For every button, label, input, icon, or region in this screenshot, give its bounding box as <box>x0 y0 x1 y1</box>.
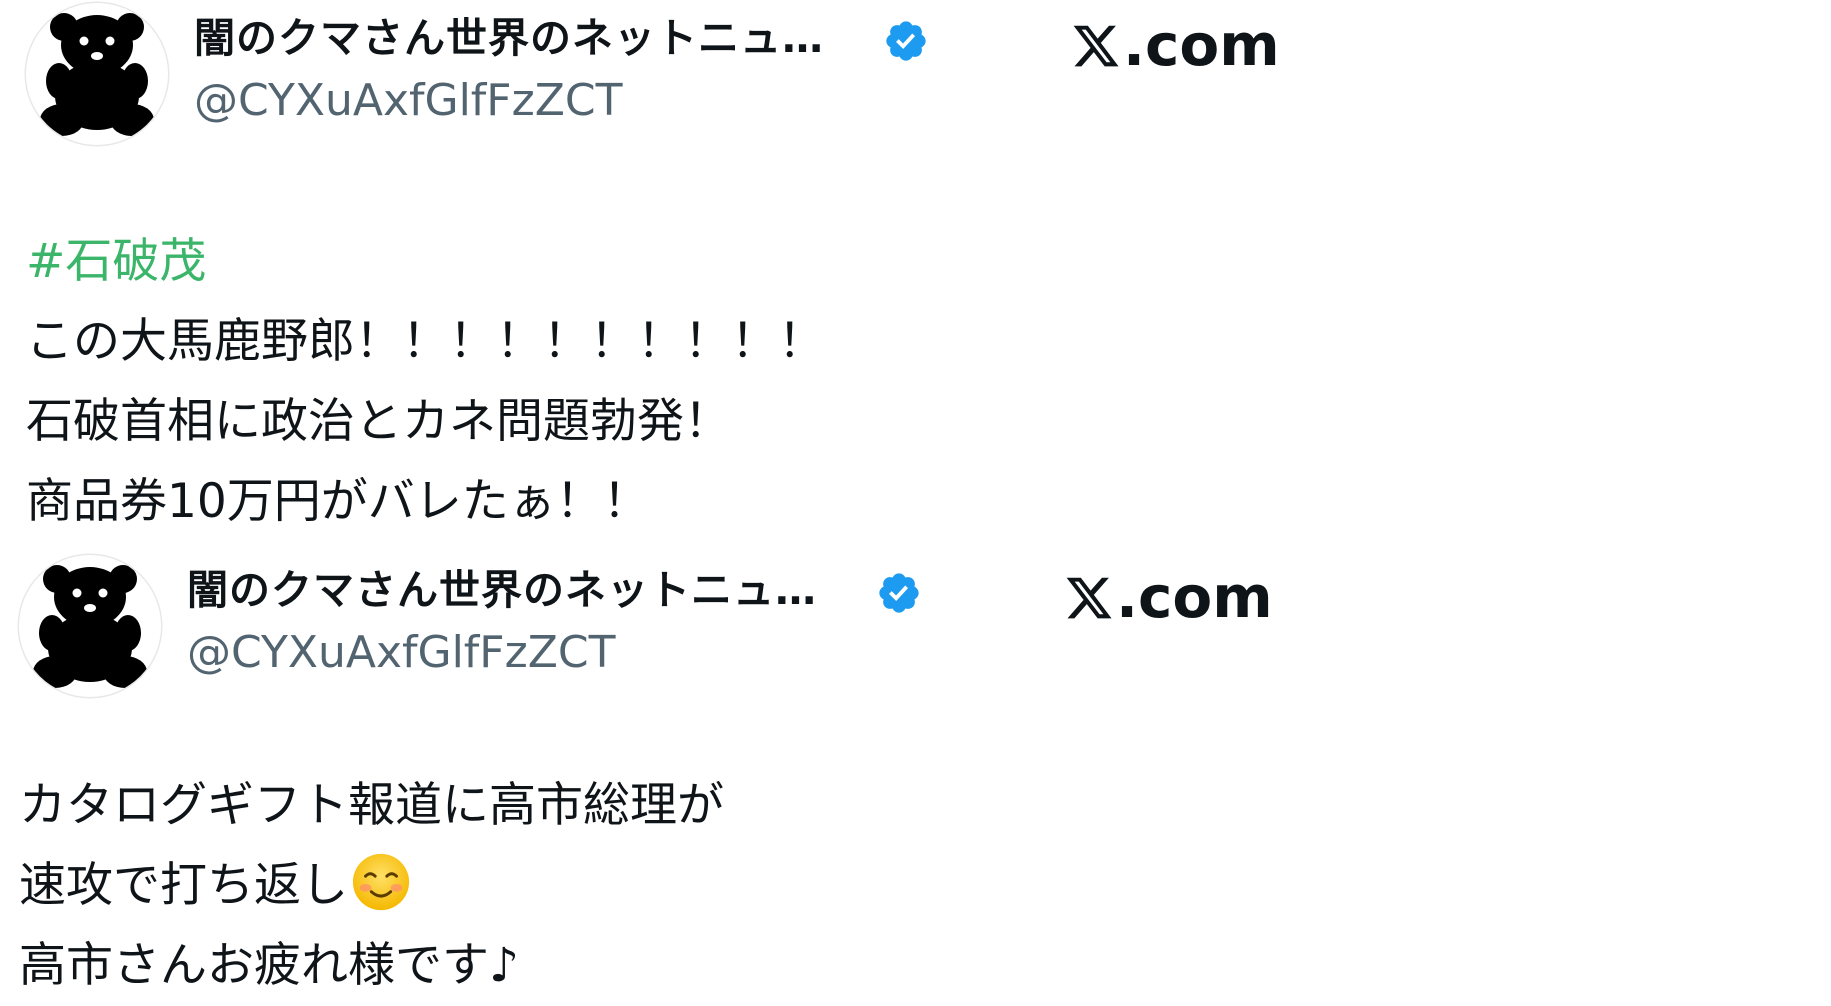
display-name[interactable]: 闇のクマさん世界のネットニュ… <box>187 560 817 620</box>
display-name[interactable]: 闇のクマさん世界のネットニュ… <box>194 8 824 68</box>
post-header: 闇のクマさん世界のネットニュ… @CYXuAxfGlfFzZCT .com <box>26 0 1306 150</box>
verified-badge-icon <box>886 21 926 61</box>
post-text-line: 商品券10万円がバレたぁ！！ <box>26 474 650 529</box>
black-bear-icon <box>33 565 147 688</box>
hashtag-link[interactable]: #石破茂 <box>26 222 1526 302</box>
brand-domain-text: .com <box>1116 563 1273 631</box>
x-logo-icon <box>1073 25 1119 67</box>
user-handle[interactable]: @CYXuAxfGlfFzZCT <box>187 624 615 682</box>
user-handle[interactable]: @CYXuAxfGlfFzZCT <box>194 72 622 130</box>
post-body: カタログギフト報道に高市総理が 速攻で打ち返し 高市さんお疲れ様です♪ <box>19 766 1519 1006</box>
smiling-face-icon <box>352 853 410 911</box>
avatar[interactable] <box>26 3 168 145</box>
post-text-line: この大馬鹿野郎！！！！！！！！！！ <box>26 314 825 369</box>
x-logo-icon <box>1066 577 1112 619</box>
brand-watermark: .com <box>1064 562 1273 632</box>
post-text-segment: 速攻で打ち返し <box>19 858 348 913</box>
brand-watermark: .com <box>1071 10 1280 80</box>
post-header: 闇のクマさん世界のネットニュ… @CYXuAxfGlfFzZCT .com <box>19 552 1299 702</box>
post-text-line: 石破首相に政治とカネ問題勃発！ <box>26 394 731 449</box>
post-text-line: カタログギフト報道に高市総理が <box>19 778 724 833</box>
post-text-line-with-emoji: 速攻で打ち返し <box>19 846 1519 926</box>
brand-domain-text: .com <box>1123 11 1280 79</box>
post-body: #石破茂 この大馬鹿野郎！！！！！！！！！！ 石破首相に政治とカネ問題勃発！ 商… <box>26 222 1526 542</box>
black-bear-icon <box>40 13 154 136</box>
post-text-line: 高市さんお疲れ様です♪ <box>19 938 519 993</box>
verified-badge-icon <box>879 573 919 613</box>
avatar[interactable] <box>19 555 161 697</box>
